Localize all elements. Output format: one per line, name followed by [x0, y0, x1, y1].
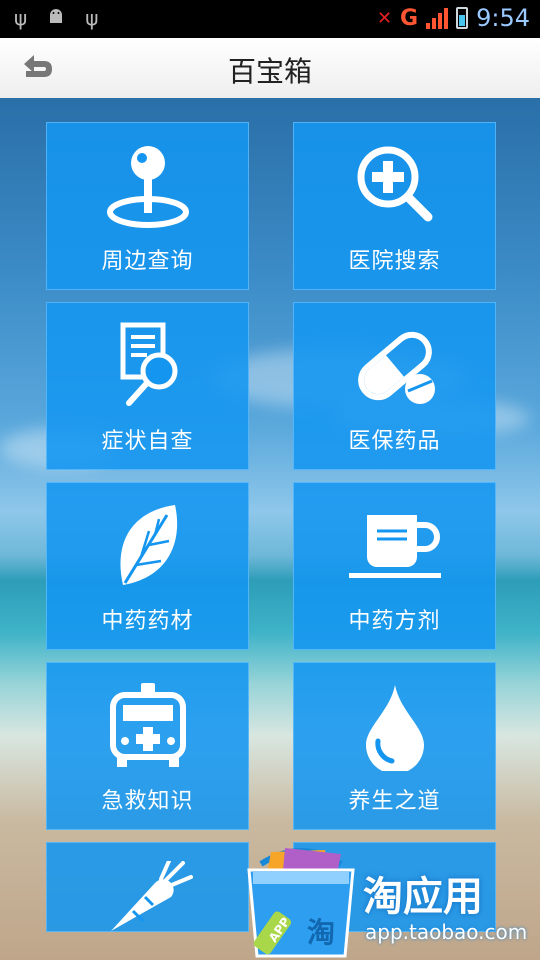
carrot-icon: [110, 861, 193, 931]
status-bar: ψ ψ ✕ G 9:54: [0, 0, 540, 38]
leaf-icon: [119, 505, 177, 585]
brand-name: 淘应用: [363, 874, 483, 920]
water-drop-icon: [365, 685, 424, 771]
ambulance-icon: [109, 683, 186, 767]
tile-label: 症状自查: [101, 429, 194, 454]
tile-herbal-materials[interactable]: 中药药材: [46, 482, 249, 650]
tile-label: 医院搜索: [348, 249, 441, 274]
symptom-check-icon: [120, 322, 177, 406]
page-title: 百宝箱: [227, 55, 312, 88]
shopping-bag-icon: APP 淘: [247, 848, 355, 958]
android-debug-icon: [45, 6, 67, 33]
tile-symptom-check[interactable]: 症状自查: [46, 302, 249, 470]
teacup-icon: [348, 515, 441, 578]
pill-icon: [357, 331, 435, 404]
usb-icon: ψ: [14, 6, 28, 30]
tile-label: 中药方剂: [348, 609, 441, 634]
title-bar: 百宝箱: [0, 38, 540, 99]
tile-label: 急救知识: [101, 789, 194, 814]
clock: 9:54: [476, 4, 530, 32]
network-type: G: [400, 5, 419, 31]
bag-character: 淘: [307, 916, 335, 949]
tile-label: 医保药品: [348, 429, 441, 454]
battery-icon: [456, 7, 469, 29]
tile-label: 养生之道: [348, 789, 441, 814]
tile-label: 周边查询: [101, 249, 194, 274]
missed-call-icon: ✕: [376, 7, 393, 29]
location-pin-icon: [106, 146, 189, 228]
hospital-search-icon: [357, 146, 432, 222]
tile-hospital-search[interactable]: 医院搜索: [293, 122, 496, 290]
signal-icon: [426, 7, 449, 29]
tile-health-preservation[interactable]: 养生之道: [293, 662, 496, 830]
tile-diet[interactable]: [46, 842, 249, 932]
brand-url: app.taobao.com: [365, 920, 528, 944]
tile-insurance-drugs[interactable]: 医保药品: [293, 302, 496, 470]
tile-first-aid[interactable]: 急救知识: [46, 662, 249, 830]
taobao-app-promo[interactable]: APP 淘 淘应用 app.taobao.com: [245, 842, 540, 960]
tile-nearby-search[interactable]: 周边查询: [46, 122, 249, 290]
usb-icon: ψ: [85, 6, 99, 30]
tile-herbal-prescriptions[interactable]: 中药方剂: [293, 482, 496, 650]
tile-label: 中药药材: [101, 609, 194, 634]
